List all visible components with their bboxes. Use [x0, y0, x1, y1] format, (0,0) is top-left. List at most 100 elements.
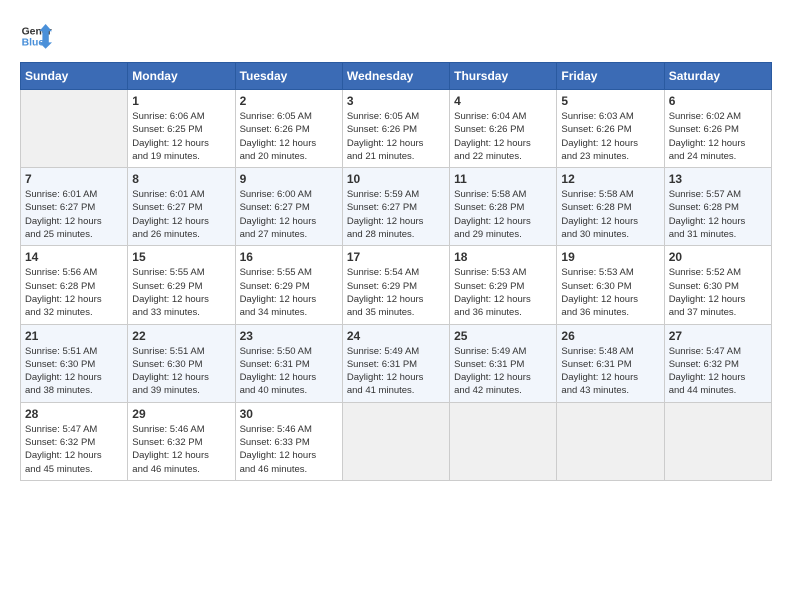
day-info: Sunrise: 5:54 AMSunset: 6:29 PMDaylight:…: [347, 266, 445, 319]
day-info: Sunrise: 5:47 AMSunset: 6:32 PMDaylight:…: [25, 423, 123, 476]
calendar-day-cell: 24 Sunrise: 5:49 AMSunset: 6:31 PMDayligh…: [342, 324, 449, 402]
calendar-day-cell: 1 Sunrise: 6:06 AMSunset: 6:25 PMDaylight…: [128, 90, 235, 168]
logo: General Blue: [20, 20, 52, 52]
day-number: 7: [25, 172, 123, 186]
day-info: Sunrise: 5:58 AMSunset: 6:28 PMDaylight:…: [454, 188, 552, 241]
day-info: Sunrise: 5:57 AMSunset: 6:28 PMDaylight:…: [669, 188, 767, 241]
day-number: 15: [132, 250, 230, 264]
calendar-day-cell: 6Sunrise: 6:02 AMSunset: 6:26 PMDaylight…: [664, 90, 771, 168]
calendar-day-cell: 30 Sunrise: 5:46 AMSunset: 6:33 PMDayligh…: [235, 402, 342, 480]
day-info: Sunrise: 5:46 AMSunset: 6:33 PMDaylight:…: [240, 423, 338, 476]
day-info: Sunrise: 5:58 AMSunset: 6:28 PMDaylight:…: [561, 188, 659, 241]
day-info: Sunrise: 6:01 AMSunset: 6:27 PMDaylight:…: [132, 188, 230, 241]
calendar-day-cell: 11 Sunrise: 5:58 AMSunset: 6:28 PMDayligh…: [450, 168, 557, 246]
day-info: Sunrise: 5:51 AMSunset: 6:30 PMDaylight:…: [132, 345, 230, 398]
calendar-day-cell: [450, 402, 557, 480]
day-number: 12: [561, 172, 659, 186]
calendar-day-cell: 2 Sunrise: 6:05 AMSunset: 6:26 PMDaylight…: [235, 90, 342, 168]
calendar-day-cell: [342, 402, 449, 480]
day-info: Sunrise: 5:46 AMSunset: 6:32 PMDaylight:…: [132, 423, 230, 476]
day-info: Sunrise: 6:06 AMSunset: 6:25 PMDaylight:…: [132, 110, 230, 163]
calendar-day-cell: 17 Sunrise: 5:54 AMSunset: 6:29 PMDayligh…: [342, 246, 449, 324]
day-number: 21: [25, 329, 123, 343]
calendar-week-row: 1 Sunrise: 6:06 AMSunset: 6:25 PMDaylight…: [21, 90, 772, 168]
calendar-week-row: 7 Sunrise: 6:01 AMSunset: 6:27 PMDaylight…: [21, 168, 772, 246]
calendar-day-cell: 4 Sunrise: 6:04 AMSunset: 6:26 PMDaylight…: [450, 90, 557, 168]
logo-icon: General Blue: [20, 20, 52, 52]
calendar-day-cell: 29 Sunrise: 5:46 AMSunset: 6:32 PMDayligh…: [128, 402, 235, 480]
calendar-day-cell: 22 Sunrise: 5:51 AMSunset: 6:30 PMDayligh…: [128, 324, 235, 402]
weekday-header-cell: Monday: [128, 63, 235, 90]
day-info: Sunrise: 5:49 AMSunset: 6:31 PMDaylight:…: [347, 345, 445, 398]
weekday-header-cell: Wednesday: [342, 63, 449, 90]
day-number: 28: [25, 407, 123, 421]
day-number: 24: [347, 329, 445, 343]
day-number: 23: [240, 329, 338, 343]
day-number: 16: [240, 250, 338, 264]
day-number: 30: [240, 407, 338, 421]
calendar-day-cell: 15 Sunrise: 5:55 AMSunset: 6:29 PMDayligh…: [128, 246, 235, 324]
calendar-day-cell: 26 Sunrise: 5:48 AMSunset: 6:31 PMDayligh…: [557, 324, 664, 402]
day-number: 19: [561, 250, 659, 264]
calendar-day-cell: 14 Sunrise: 5:56 AMSunset: 6:28 PMDayligh…: [21, 246, 128, 324]
day-info: Sunrise: 5:53 AMSunset: 6:30 PMDaylight:…: [561, 266, 659, 319]
calendar-day-cell: 28 Sunrise: 5:47 AMSunset: 6:32 PMDayligh…: [21, 402, 128, 480]
calendar-day-cell: 7 Sunrise: 6:01 AMSunset: 6:27 PMDaylight…: [21, 168, 128, 246]
day-info: Sunrise: 5:56 AMSunset: 6:28 PMDaylight:…: [25, 266, 123, 319]
day-info: Sunrise: 5:51 AMSunset: 6:30 PMDaylight:…: [25, 345, 123, 398]
calendar-day-cell: 5 Sunrise: 6:03 AMSunset: 6:26 PMDaylight…: [557, 90, 664, 168]
day-number: 6: [669, 94, 767, 108]
day-number: 17: [347, 250, 445, 264]
day-number: 27: [669, 329, 767, 343]
calendar-day-cell: 23 Sunrise: 5:50 AMSunset: 6:31 PMDayligh…: [235, 324, 342, 402]
day-info: Sunrise: 5:50 AMSunset: 6:31 PMDaylight:…: [240, 345, 338, 398]
day-number: 1: [132, 94, 230, 108]
day-info: Sunrise: 5:55 AMSunset: 6:29 PMDaylight:…: [132, 266, 230, 319]
weekday-header-cell: Tuesday: [235, 63, 342, 90]
day-info: Sunrise: 5:47 AMSunset: 6:32 PMDaylight:…: [669, 345, 767, 398]
calendar-day-cell: 18 Sunrise: 5:53 AMSunset: 6:29 PMDayligh…: [450, 246, 557, 324]
day-number: 3: [347, 94, 445, 108]
day-number: 9: [240, 172, 338, 186]
day-number: 11: [454, 172, 552, 186]
weekday-header-cell: Saturday: [664, 63, 771, 90]
day-number: 20: [669, 250, 767, 264]
calendar-day-cell: 16Sunrise: 5:55 AMSunset: 6:29 PMDayligh…: [235, 246, 342, 324]
day-info: Sunrise: 5:59 AMSunset: 6:27 PMDaylight:…: [347, 188, 445, 241]
calendar-day-cell: 12 Sunrise: 5:58 AMSunset: 6:28 PMDayligh…: [557, 168, 664, 246]
calendar-day-cell: 9 Sunrise: 6:00 AMSunset: 6:27 PMDaylight…: [235, 168, 342, 246]
calendar-day-cell: [664, 402, 771, 480]
day-number: 5: [561, 94, 659, 108]
day-number: 4: [454, 94, 552, 108]
calendar-week-row: 21 Sunrise: 5:51 AMSunset: 6:30 PMDayligh…: [21, 324, 772, 402]
day-number: 18: [454, 250, 552, 264]
day-info: Sunrise: 5:52 AMSunset: 6:30 PMDaylight:…: [669, 266, 767, 319]
weekday-header-cell: Sunday: [21, 63, 128, 90]
day-info: Sunrise: 5:49 AMSunset: 6:31 PMDaylight:…: [454, 345, 552, 398]
calendar-day-cell: 25 Sunrise: 5:49 AMSunset: 6:31 PMDayligh…: [450, 324, 557, 402]
day-number: 25: [454, 329, 552, 343]
calendar-day-cell: 20 Sunrise: 5:52 AMSunset: 6:30 PMDayligh…: [664, 246, 771, 324]
day-number: 8: [132, 172, 230, 186]
day-info: Sunrise: 6:01 AMSunset: 6:27 PMDaylight:…: [25, 188, 123, 241]
calendar-body: 1 Sunrise: 6:06 AMSunset: 6:25 PMDaylight…: [21, 90, 772, 481]
day-number: 22: [132, 329, 230, 343]
day-number: 14: [25, 250, 123, 264]
day-number: 10: [347, 172, 445, 186]
day-number: 29: [132, 407, 230, 421]
day-info: Sunrise: 5:53 AMSunset: 6:29 PMDaylight:…: [454, 266, 552, 319]
day-info: Sunrise: 6:00 AMSunset: 6:27 PMDaylight:…: [240, 188, 338, 241]
day-info: Sunrise: 5:48 AMSunset: 6:31 PMDaylight:…: [561, 345, 659, 398]
weekday-header-cell: Thursday: [450, 63, 557, 90]
weekday-header-cell: Friday: [557, 63, 664, 90]
calendar-table: SundayMondayTuesdayWednesdayThursdayFrid…: [20, 62, 772, 481]
weekday-header-row: SundayMondayTuesdayWednesdayThursdayFrid…: [21, 63, 772, 90]
day-number: 2: [240, 94, 338, 108]
calendar-day-cell: 3Sunrise: 6:05 AMSunset: 6:26 PMDaylight…: [342, 90, 449, 168]
calendar-day-cell: 27 Sunrise: 5:47 AMSunset: 6:32 PMDayligh…: [664, 324, 771, 402]
day-info: Sunrise: 6:03 AMSunset: 6:26 PMDaylight:…: [561, 110, 659, 163]
calendar-week-row: 28 Sunrise: 5:47 AMSunset: 6:32 PMDayligh…: [21, 402, 772, 480]
day-info: Sunrise: 6:04 AMSunset: 6:26 PMDaylight:…: [454, 110, 552, 163]
day-number: 26: [561, 329, 659, 343]
day-info: Sunrise: 6:05 AMSunset: 6:26 PMDaylight:…: [240, 110, 338, 163]
